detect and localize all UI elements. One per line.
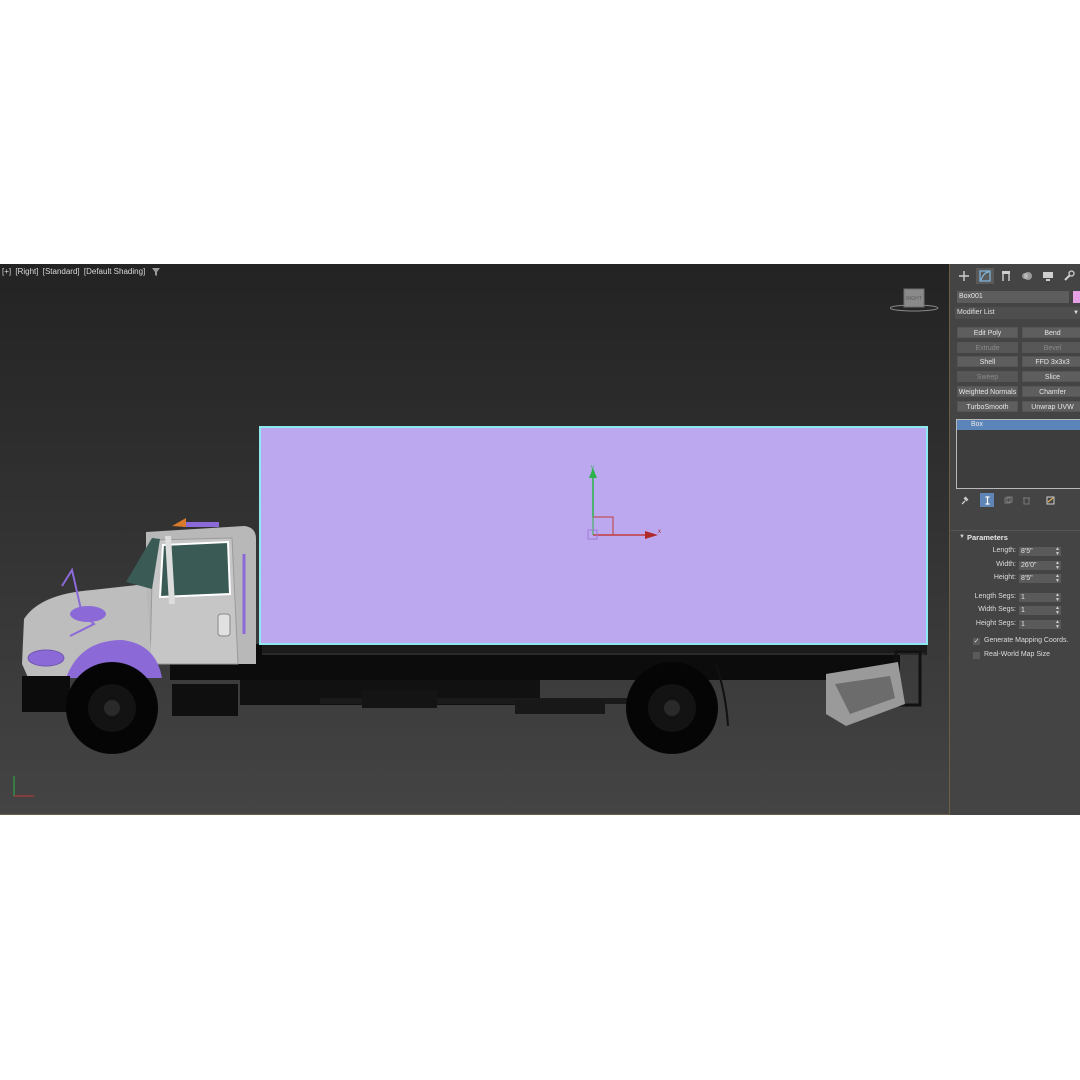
world-axis-tripod bbox=[13, 776, 34, 797]
height-label: Height: bbox=[993, 574, 1016, 581]
real-world-map-size-label: Real-World Map Size bbox=[984, 651, 1051, 658]
make-unique-icon bbox=[1004, 496, 1012, 503]
truck-door-handle bbox=[217, 613, 231, 637]
truck-headlight bbox=[27, 649, 65, 667]
truck-roof-marker bbox=[172, 518, 186, 527]
length-label: Length: bbox=[992, 547, 1016, 554]
hierarchy-icon bbox=[1002, 271, 1010, 281]
modifier-list-label: Modifier List bbox=[957, 309, 995, 316]
width-segs-spinner[interactable]: ▲ ▼ bbox=[1055, 606, 1060, 616]
width-segs-label: Width Segs: bbox=[978, 606, 1016, 613]
object-color-swatch[interactable] bbox=[1073, 291, 1080, 303]
slice-button[interactable]: Slice bbox=[1022, 371, 1080, 382]
chamfer-button[interactable]: Chamfer bbox=[1022, 386, 1080, 397]
height-segs-param-row: Height Segs: 1 ▲ ▼ bbox=[951, 620, 1080, 630]
motion-tab[interactable] bbox=[1018, 268, 1036, 284]
extrude-button[interactable]: Extrude bbox=[957, 342, 1018, 353]
length-segs-label: Length Segs: bbox=[974, 593, 1016, 600]
configure-modifier-sets-icon bbox=[1046, 496, 1054, 504]
generate-mapping-coords-label: Generate Mapping Coords. bbox=[984, 637, 1069, 644]
unwrap-uvw-button[interactable]: Unwrap UVW bbox=[1022, 401, 1080, 412]
modifier-list-dropdown[interactable]: Modifier List ▼ bbox=[955, 307, 1080, 319]
parameters-rollout-header[interactable]: ▼ Parameters bbox=[951, 530, 1080, 543]
modify-tab[interactable] bbox=[976, 268, 994, 284]
remove-modifier-icon bbox=[1022, 497, 1030, 504]
configure-modifier-sets-button[interactable] bbox=[1043, 493, 1057, 507]
rollout-collapse-icon: ▼ bbox=[959, 534, 965, 540]
turbosmooth-button[interactable]: TurboSmooth bbox=[957, 401, 1018, 412]
truck-step bbox=[172, 684, 238, 716]
3ds-max-window: [+] [Right] [Standard] [Default Shading]… bbox=[0, 264, 1080, 815]
length-spinner[interactable]: ▲ ▼ bbox=[1055, 547, 1060, 557]
modify-icon bbox=[979, 270, 991, 282]
height-spinner[interactable]: ▲ ▼ bbox=[1055, 574, 1060, 584]
width-segs-param-row: Width Segs: 1 ▲ ▼ bbox=[951, 606, 1080, 616]
checkmark-icon[interactable]: ✓ bbox=[973, 638, 980, 645]
modifier-stack[interactable]: Box bbox=[956, 419, 1080, 489]
chevron-down-icon: ▼ bbox=[1073, 310, 1079, 316]
create-tab[interactable] bbox=[955, 268, 973, 284]
height-segs-label: Height Segs: bbox=[975, 620, 1016, 627]
truck-scene: y x bbox=[22, 426, 928, 754]
pin-stack-button[interactable] bbox=[957, 493, 971, 507]
height-param-row: Height: 8'5" ▲ ▼ bbox=[951, 574, 1080, 584]
motion-icon bbox=[1022, 272, 1032, 280]
bend-button[interactable]: Bend bbox=[1022, 327, 1080, 338]
command-panel-tabs bbox=[951, 268, 1080, 284]
truck-front-bumper bbox=[22, 676, 70, 712]
object-name-field[interactable]: Box001 bbox=[957, 291, 1069, 303]
length-segs-spinner[interactable]: ▲ ▼ bbox=[1055, 593, 1060, 603]
shell-button[interactable]: Shell bbox=[957, 356, 1018, 367]
rear-axle-assembly bbox=[515, 700, 605, 714]
gizmo-y-label: y bbox=[591, 465, 594, 471]
make-unique-button[interactable] bbox=[1001, 493, 1015, 507]
modifier-stack-item-box[interactable]: Box bbox=[957, 420, 1080, 430]
create-icon bbox=[959, 271, 969, 281]
command-panel: Box001 Modifier List ▼ Edit Poly Bend Ex… bbox=[951, 264, 1080, 815]
front-wheel bbox=[66, 662, 158, 754]
truck-roof-light bbox=[183, 522, 219, 527]
show-end-result-icon bbox=[985, 495, 989, 505]
bevel-button[interactable]: Bevel bbox=[1022, 342, 1080, 353]
parameters-rollout-title: Parameters bbox=[967, 533, 1008, 542]
show-end-result-button[interactable] bbox=[980, 493, 994, 507]
truck-mirror-arm bbox=[165, 535, 175, 605]
fuel-tank bbox=[362, 690, 437, 708]
edit-poly-button[interactable]: Edit Poly bbox=[957, 327, 1018, 338]
display-icon bbox=[1043, 272, 1053, 281]
modifier-stack-toolbar bbox=[957, 493, 1077, 509]
width-label: Width: bbox=[996, 561, 1016, 568]
hierarchy-tab[interactable] bbox=[997, 268, 1015, 284]
gizmo-x-label: x bbox=[658, 529, 661, 535]
right-viewport[interactable]: [+] [Right] [Standard] [Default Shading]… bbox=[0, 264, 950, 815]
empty-checkbox-icon[interactable] bbox=[973, 652, 980, 659]
weighted-normals-button[interactable]: Weighted Normals bbox=[957, 386, 1018, 397]
sweep-button[interactable]: Sweep bbox=[957, 371, 1018, 382]
display-tab[interactable] bbox=[1039, 268, 1057, 284]
ffd-3x3x3-button[interactable]: FFD 3x3x3 bbox=[1022, 356, 1080, 367]
length-segs-param-row: Length Segs: 1 ▲ ▼ bbox=[951, 593, 1080, 603]
remove-modifier-button[interactable] bbox=[1019, 493, 1033, 507]
utilities-icon bbox=[1064, 270, 1075, 281]
width-param-row: Width: 26'0" ▲ ▼ bbox=[951, 561, 1080, 571]
pin-stack-icon bbox=[961, 496, 968, 504]
height-segs-spinner[interactable]: ▲ ▼ bbox=[1055, 620, 1060, 630]
rear-wheel bbox=[626, 662, 718, 754]
width-spinner[interactable]: ▲ ▼ bbox=[1055, 561, 1060, 571]
length-param-row: Length: 8'5" ▲ ▼ bbox=[951, 547, 1080, 557]
utilities-tab[interactable] bbox=[1060, 268, 1078, 284]
